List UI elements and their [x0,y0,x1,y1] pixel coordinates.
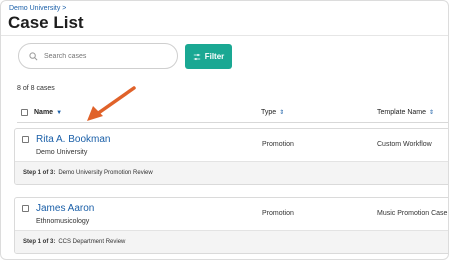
case-step-label: Step 1 of 3: [23,170,56,176]
column-header-type[interactable]: Type ⇕ [261,109,284,116]
case-card-main: James Aaron Ethnomusicology Promotion Mu… [15,198,448,230]
sort-icon: ⇕ [279,110,285,116]
case-template: Music Promotion Case [377,210,448,217]
sort-down-icon: ▼ [56,109,63,116]
case-org: Ethnomusicology [36,218,90,225]
case-card: Rita A. Bookman Demo University Promotio… [14,128,448,185]
row-checkbox[interactable] [22,205,29,212]
case-name-link[interactable]: James Aaron [36,203,94,214]
case-type: Promotion [262,141,294,148]
sort-icon: ⇕ [429,110,435,116]
case-step-text: CCS Department Review [58,239,126,245]
page-title: Case List [8,13,84,32]
filter-button[interactable]: Filter [185,44,232,69]
case-step-text: Demo University Promotion Review [58,170,153,176]
case-card-main: Rita A. Bookman Demo University Promotio… [15,129,448,161]
case-card: James Aaron Ethnomusicology Promotion Mu… [14,197,448,254]
case-name-link[interactable]: Rita A. Bookman [36,134,110,145]
search-box[interactable] [18,43,178,69]
sliders-icon [193,53,200,60]
column-header-type-label: Type [261,109,277,116]
case-step-label: Step 1 of 3: [23,239,56,245]
column-header-name[interactable]: Name ▼ [21,109,62,116]
case-step: Step 1 of 3: Demo University Promotion R… [15,161,448,184]
column-header-name-label: Name [34,109,54,116]
app-window: Demo University > Case List Filter 8 of … [0,0,449,260]
search-input[interactable] [44,52,164,60]
case-org: Demo University [36,149,88,156]
case-type: Promotion [262,210,294,217]
case-template: Custom Workflow [377,141,432,148]
filter-button-label: Filter [204,52,225,61]
header-divider [1,35,448,36]
row-checkbox[interactable] [22,136,29,143]
case-count: 8 of 8 cases [17,85,55,92]
select-all-checkbox[interactable] [21,109,28,116]
search-icon [29,51,38,60]
case-step: Step 1 of 3: CCS Department Review [15,230,448,253]
table-header-divider [17,122,448,123]
breadcrumb[interactable]: Demo University > [9,5,66,12]
column-header-template-label: Template Name [377,109,427,116]
column-header-template[interactable]: Template Name ⇕ [377,109,434,116]
